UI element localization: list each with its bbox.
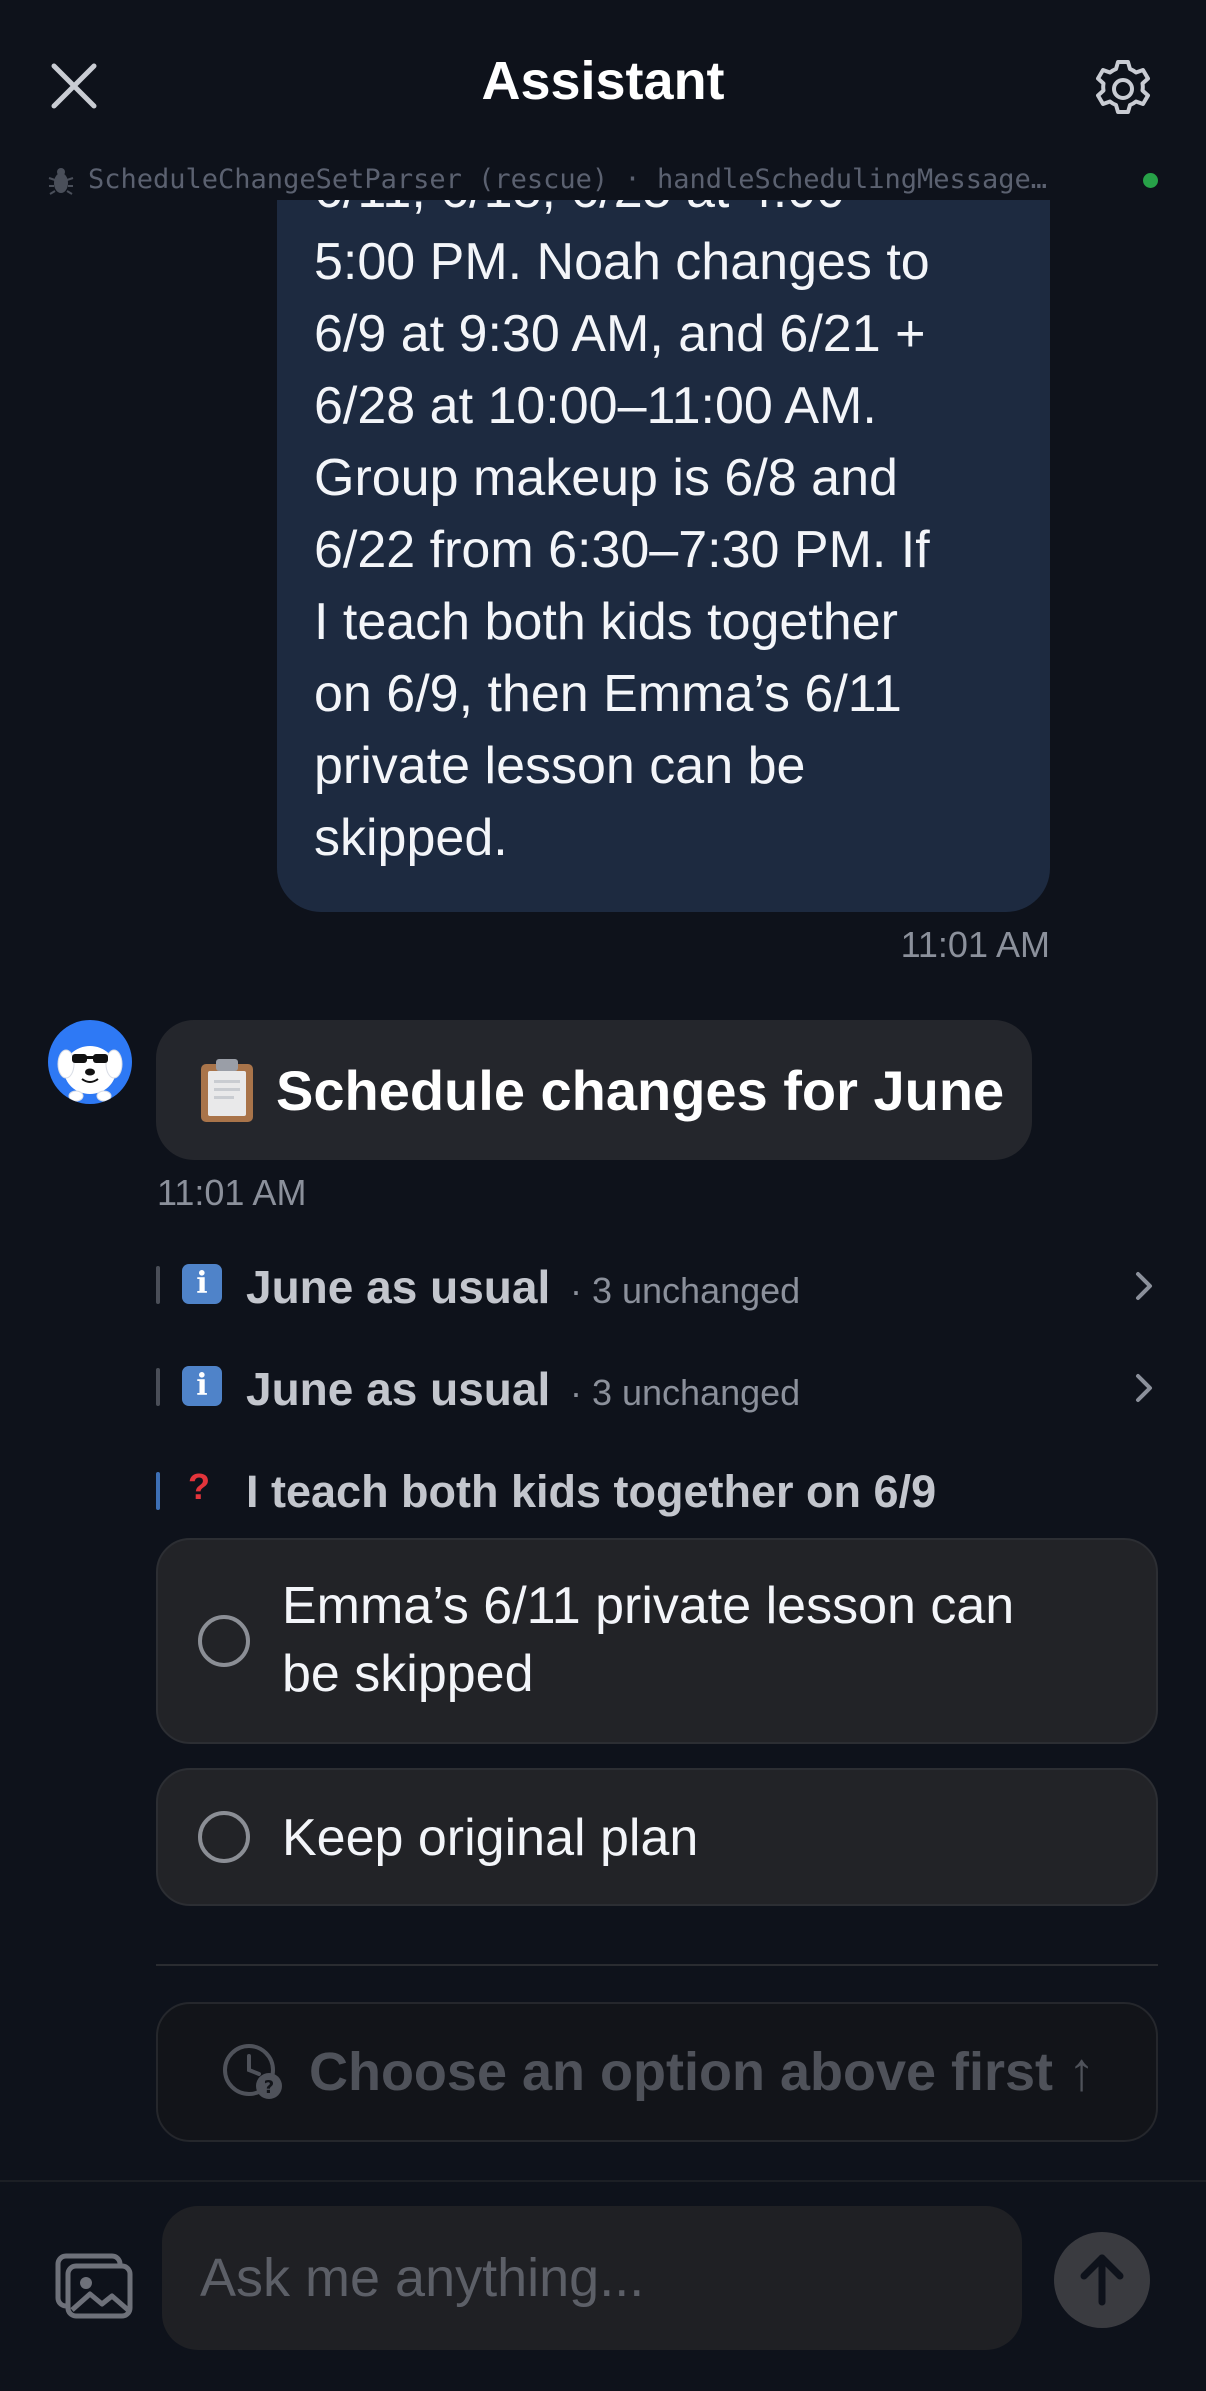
- user-message-line: Group makeup is 6/8 and: [314, 449, 898, 507]
- chevron-right-icon: [1136, 1272, 1152, 1300]
- arrow-up-icon: [1080, 2254, 1124, 2306]
- info-row-meta: · 3 unchanged: [570, 1270, 801, 1311]
- page-title: Assistant: [481, 51, 725, 111]
- photo-gallery-icon: [55, 2253, 133, 2319]
- settings-button[interactable]: [1090, 56, 1156, 122]
- send-button[interactable]: [1054, 2232, 1150, 2328]
- info-row[interactable]: i June as usual · 3 unchanged: [156, 1356, 1156, 1416]
- assistant-message-time: 11:01 AM: [157, 1172, 307, 1213]
- info-row-label: June as usual: [246, 1261, 551, 1313]
- header: Assistant: [0, 0, 1206, 160]
- question-label: I teach both kids together on 6/9: [246, 1466, 937, 1517]
- user-message-line: skipped.: [314, 809, 508, 867]
- row-accent-bar: [156, 1266, 160, 1304]
- gallery-button[interactable]: [54, 2252, 134, 2322]
- user-message-line: I teach both kids together: [314, 593, 898, 651]
- row-accent-bar: [156, 1472, 160, 1510]
- user-message-line: 6/9 at 9:30 AM, and 6/21 +: [314, 305, 926, 363]
- user-message-line: on 6/9, then Emma’s 6/11: [314, 665, 902, 723]
- option-label-line: Keep original plan: [282, 1809, 699, 1867]
- clipboard-icon: [201, 1059, 253, 1122]
- option-label: Keep original plan: [282, 1804, 1116, 1872]
- composer: [0, 2180, 1206, 2391]
- assistant-message-bubble: Schedule changes for June: [156, 1020, 1032, 1160]
- avatar: [48, 1020, 132, 1104]
- chat-input[interactable]: [162, 2206, 1022, 2350]
- radio-button[interactable]: [198, 1811, 250, 1863]
- option-skip-lesson[interactable]: Emma’s 6/11 private lesson can be skippe…: [156, 1538, 1158, 1744]
- option-label: Emma’s 6/11 private lesson can be skippe…: [282, 1572, 1116, 1708]
- info-row[interactable]: i June as usual · 3 unchanged: [156, 1254, 1156, 1314]
- user-message-line: 6/11, 6/18, 6/25 at 4:00–: [314, 200, 1014, 226]
- svg-text:?: ?: [264, 2077, 274, 2098]
- dog-avatar-icon: [57, 1046, 123, 1102]
- assistant-message-title: Schedule changes for June: [276, 1058, 1005, 1122]
- user-message-time: 11:01 AM: [900, 924, 1050, 965]
- option-label-line: be skipped: [282, 1645, 534, 1703]
- debug-bar: ScheduleChangeSetParser (rescue) · handl…: [0, 160, 1206, 200]
- clock-question-icon: ?: [222, 2044, 282, 2099]
- status-dot: [1143, 173, 1158, 188]
- question-row: ? I teach both kids together on 6/9: [156, 1460, 1156, 1520]
- user-message-line: 5:00 PM. Noah changes to: [314, 233, 930, 291]
- info-row-meta: · 3 unchanged: [570, 1372, 801, 1413]
- choose-option-button[interactable]: ? Choose an option above first ↑: [156, 2002, 1158, 2142]
- user-message-line: 6/22 from 6:30–7:30 PM. If: [314, 521, 930, 579]
- info-row-label: June as usual: [246, 1363, 551, 1415]
- user-message-bubble: 6/11, 6/18, 6/25 at 4:00– 5:00 PM. Noah …: [277, 200, 1050, 912]
- bug-icon: [48, 168, 74, 195]
- option-label-line: Emma’s 6/11 private lesson can: [282, 1577, 1015, 1635]
- choose-option-label: Choose an option above first ↑: [308, 2042, 1096, 2102]
- radio-button[interactable]: [198, 1615, 250, 1667]
- debug-trace-text: ScheduleChangeSetParser (rescue) · handl…: [88, 164, 1048, 195]
- chevron-right-icon: [1136, 1374, 1152, 1402]
- gear-icon: [1096, 60, 1150, 114]
- info-icon: i: [182, 1366, 222, 1406]
- user-message-line: 6/28 at 10:00–11:00 AM.: [314, 377, 877, 435]
- option-keep-original[interactable]: Keep original plan: [156, 1768, 1158, 1906]
- row-accent-bar: [156, 1368, 160, 1406]
- user-message-line: private lesson can be: [314, 737, 806, 795]
- question-icon: ?: [188, 1466, 210, 1507]
- chat-area[interactable]: 6/11, 6/18, 6/25 at 4:00– 5:00 PM. Noah …: [0, 200, 1206, 2180]
- info-icon: i: [182, 1264, 222, 1304]
- divider: [156, 1964, 1158, 1966]
